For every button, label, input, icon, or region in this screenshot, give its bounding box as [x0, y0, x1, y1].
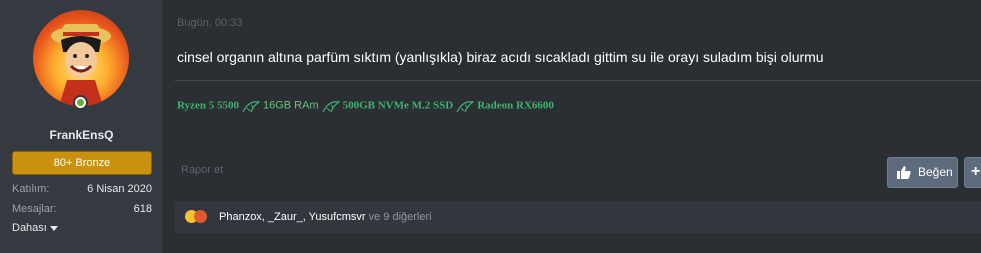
rank-badge: 80+ Bronze: [12, 151, 152, 175]
signature-cpu: Ryzen 5 5500: [177, 99, 239, 112]
thumbs-up-icon: [897, 166, 911, 179]
leaf-separator-icon: [242, 101, 261, 113]
like-button[interactable]: Beğen: [887, 157, 958, 188]
caret-down-icon: [49, 225, 58, 231]
signature-gpu: Radeon RX6600: [477, 99, 554, 112]
reaction-others[interactable]: ve 9 diğerleri: [369, 211, 432, 223]
angry-emoji-icon[interactable]: [194, 210, 207, 223]
reaction-users[interactable]: Phanzox, _Zaur_, Yusufcmsvr ve 9 diğerle…: [219, 211, 432, 223]
forum-post: FrankEnsQ 80+ Bronze Katılım: 6 Nisan 20…: [0, 0, 981, 253]
signature: Ryzen 5 5500 16GB RAm 500GB NVMe M.2 SSD Ra…: [177, 98, 554, 118]
online-status-icon: [73, 95, 88, 110]
more-label: Dahası: [12, 222, 47, 234]
stat-label: Katılım:: [12, 183, 50, 195]
signature-divider: [175, 80, 981, 81]
stat-messages: Mesajlar: 618: [12, 203, 152, 219]
like-label: Beğen: [918, 165, 953, 179]
stat-joined: Katılım: 6 Nisan 2020: [12, 183, 152, 199]
reactions-bar: Phanzox, _Zaur_, Yusufcmsvr ve 9 diğerle…: [175, 201, 981, 233]
username[interactable]: FrankEnsQ: [0, 128, 163, 142]
post-date[interactable]: Bugün, 00:33: [177, 17, 242, 29]
leaf-separator-icon: [322, 101, 341, 113]
stat-value: 6 Nisan 2020: [87, 183, 152, 195]
signature-storage: 500GB NVMe M.2 SSD: [342, 99, 454, 112]
avatar[interactable]: [33, 10, 129, 106]
stat-value[interactable]: 618: [134, 203, 152, 215]
signature-ram: 16GB RAm: [262, 99, 319, 112]
add-reaction-button[interactable]: +: [964, 157, 981, 188]
more-toggle[interactable]: Dahası: [12, 222, 58, 234]
avatar-image: [51, 24, 111, 106]
user-panel: FrankEnsQ 80+ Bronze Katılım: 6 Nisan 20…: [0, 0, 163, 253]
post-message: cinsel organın altına parfüm sıktım (yan…: [177, 49, 824, 65]
reaction-user-names[interactable]: Phanzox, _Zaur_, Yusufcmsvr: [219, 211, 366, 223]
stat-label: Mesajlar:: [12, 203, 57, 215]
report-link[interactable]: Rapor et: [181, 164, 223, 176]
leaf-separator-icon: [456, 101, 475, 113]
